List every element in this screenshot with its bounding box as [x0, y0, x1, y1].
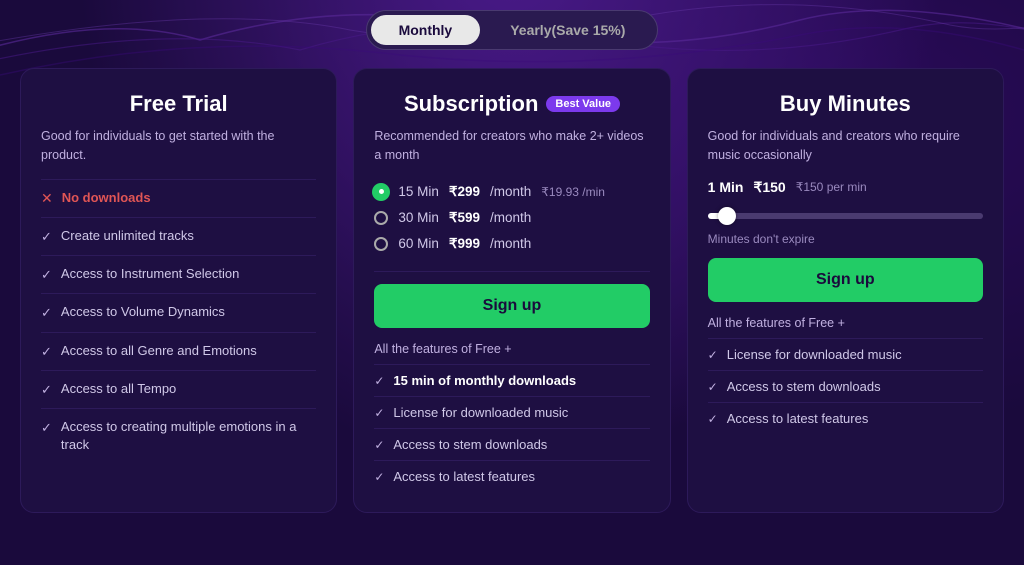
- free-trial-title: Free Trial: [41, 91, 316, 117]
- feature-label: Access to creating multiple emotions in …: [61, 418, 316, 454]
- subscription-subtitle: Recommended for creators who make 2+ vid…: [374, 127, 649, 165]
- subscription-card: Subscription Best Value Recommended for …: [353, 68, 670, 513]
- min-label-60: 60 Min: [398, 236, 439, 251]
- check-icon: ✓: [41, 304, 52, 322]
- sub-feature-4: ✓ Access to latest features: [374, 460, 649, 492]
- price-60: ₹999: [449, 236, 480, 252]
- buy-sub-features-title: All the features of Free +: [708, 316, 983, 330]
- buy-sub-feature-1: ✓ License for downloaded music: [708, 338, 983, 370]
- pricing-cards: Free Trial Good for individuals to get s…: [20, 68, 1004, 513]
- minutes-slider-wrapper: [708, 206, 983, 224]
- check-icon: ✓: [708, 412, 718, 426]
- sub-feature-2: ✓ License for downloaded music: [374, 396, 649, 428]
- best-value-badge: Best Value: [546, 96, 620, 112]
- check-icon: ✓: [41, 266, 52, 284]
- check-icon: ✓: [41, 419, 52, 437]
- free-trial-subtitle: Good for individuals to get started with…: [41, 127, 316, 165]
- divider: [374, 271, 649, 272]
- period-30: /month: [490, 210, 531, 225]
- radio-60[interactable]: [374, 237, 388, 251]
- free-trial-feature-1: ✓ Create unlimited tracks: [41, 217, 316, 255]
- sub-features-title: All the features of Free +: [374, 342, 649, 356]
- x-icon: ✕: [41, 189, 53, 209]
- subscription-title: Subscription: [404, 91, 538, 117]
- feature-label: Access to Volume Dynamics: [61, 303, 225, 321]
- feature-label: Access to Instrument Selection: [61, 265, 239, 283]
- free-trial-feature-3: ✓ Access to Volume Dynamics: [41, 293, 316, 331]
- period-15: /month: [490, 184, 531, 199]
- buy-per-min: ₹150 per min: [796, 180, 867, 194]
- check-icon: ✓: [374, 406, 384, 420]
- no-downloads-label: No downloads: [62, 189, 151, 207]
- check-icon: ✓: [708, 348, 718, 362]
- feature-label: Access to all Genre and Emotions: [61, 342, 257, 360]
- pricing-options: 15 Min ₹299 /month ₹19.93 /min 30 Min ₹5…: [374, 179, 649, 257]
- period-60: /month: [490, 236, 531, 251]
- minutes-slider[interactable]: [708, 213, 983, 219]
- buy-min-label: 1 Min: [708, 179, 744, 195]
- check-icon: ✓: [41, 343, 52, 361]
- sub-feature-1: ✓ 15 min of monthly downloads: [374, 364, 649, 396]
- per-min-15: ₹19.93 /min: [541, 185, 605, 199]
- sub-feature-label: License for downloaded music: [727, 347, 902, 362]
- monthly-toggle-btn[interactable]: Monthly: [371, 15, 481, 45]
- yearly-toggle-btn[interactable]: Yearly(Save 15%): [482, 15, 653, 45]
- feature-label: Access to all Tempo: [61, 380, 176, 398]
- free-trial-feature-2: ✓ Access to Instrument Selection: [41, 255, 316, 293]
- pricing-option-15[interactable]: 15 Min ₹299 /month ₹19.93 /min: [374, 179, 649, 205]
- buy-minutes-sub-feature-list: ✓ License for downloaded music ✓ Access …: [708, 338, 983, 434]
- sub-feature-label: Access to stem downloads: [393, 437, 547, 452]
- check-icon: ✓: [374, 374, 384, 388]
- check-icon: ✓: [41, 381, 52, 399]
- price-30: ₹599: [449, 210, 480, 226]
- sub-feature-label: Access to latest features: [393, 469, 535, 484]
- check-icon: ✓: [41, 228, 52, 246]
- buy-price: ₹150: [753, 179, 785, 196]
- sub-feature-label: License for downloaded music: [393, 405, 568, 420]
- sub-feature-label: Access to latest features: [727, 411, 869, 426]
- feature-label: Create unlimited tracks: [61, 227, 194, 245]
- min-label-15: 15 Min: [398, 184, 439, 199]
- price-15: ₹299: [449, 184, 480, 200]
- free-trial-feature-no-downloads: ✕ No downloads: [41, 179, 316, 218]
- free-trial-feature-list: ✕ No downloads ✓ Create unlimited tracks…: [41, 179, 316, 464]
- billing-toggle: Monthly Yearly(Save 15%): [20, 10, 1004, 50]
- check-icon: ✓: [374, 470, 384, 484]
- buy-sub-feature-2: ✓ Access to stem downloads: [708, 370, 983, 402]
- free-trial-feature-4: ✓ Access to all Genre and Emotions: [41, 332, 316, 370]
- check-icon: ✓: [708, 380, 718, 394]
- buy-minutes-subtitle: Good for individuals and creators who re…: [708, 127, 983, 165]
- buy-minutes-signup-button[interactable]: Sign up: [708, 258, 983, 302]
- radio-15[interactable]: [374, 185, 388, 199]
- check-icon: ✓: [374, 438, 384, 452]
- buy-minutes-title: Buy Minutes: [708, 91, 983, 117]
- pricing-option-60[interactable]: 60 Min ₹999 /month: [374, 231, 649, 257]
- sub-feature-label: Access to stem downloads: [727, 379, 881, 394]
- free-trial-card: Free Trial Good for individuals to get s…: [20, 68, 337, 513]
- sub-feature-3: ✓ Access to stem downloads: [374, 428, 649, 460]
- sub-feature-label: 15 min of monthly downloads: [393, 373, 576, 388]
- pricing-option-30[interactable]: 30 Min ₹599 /month: [374, 205, 649, 231]
- radio-30[interactable]: [374, 211, 388, 225]
- subscription-title-row: Subscription Best Value: [374, 91, 649, 117]
- buy-sub-feature-3: ✓ Access to latest features: [708, 402, 983, 434]
- buy-minutes-price-row: 1 Min ₹150 ₹150 per min: [708, 179, 983, 196]
- expire-note: Minutes don't expire: [708, 232, 983, 246]
- free-trial-feature-6: ✓ Access to creating multiple emotions i…: [41, 408, 316, 463]
- free-trial-feature-5: ✓ Access to all Tempo: [41, 370, 316, 408]
- subscription-sub-feature-list: ✓ 15 min of monthly downloads ✓ License …: [374, 364, 649, 492]
- toggle-pill: Monthly Yearly(Save 15%): [366, 10, 659, 50]
- subscription-signup-button[interactable]: Sign up: [374, 284, 649, 328]
- min-label-30: 30 Min: [398, 210, 439, 225]
- buy-minutes-card: Buy Minutes Good for individuals and cre…: [687, 68, 1004, 513]
